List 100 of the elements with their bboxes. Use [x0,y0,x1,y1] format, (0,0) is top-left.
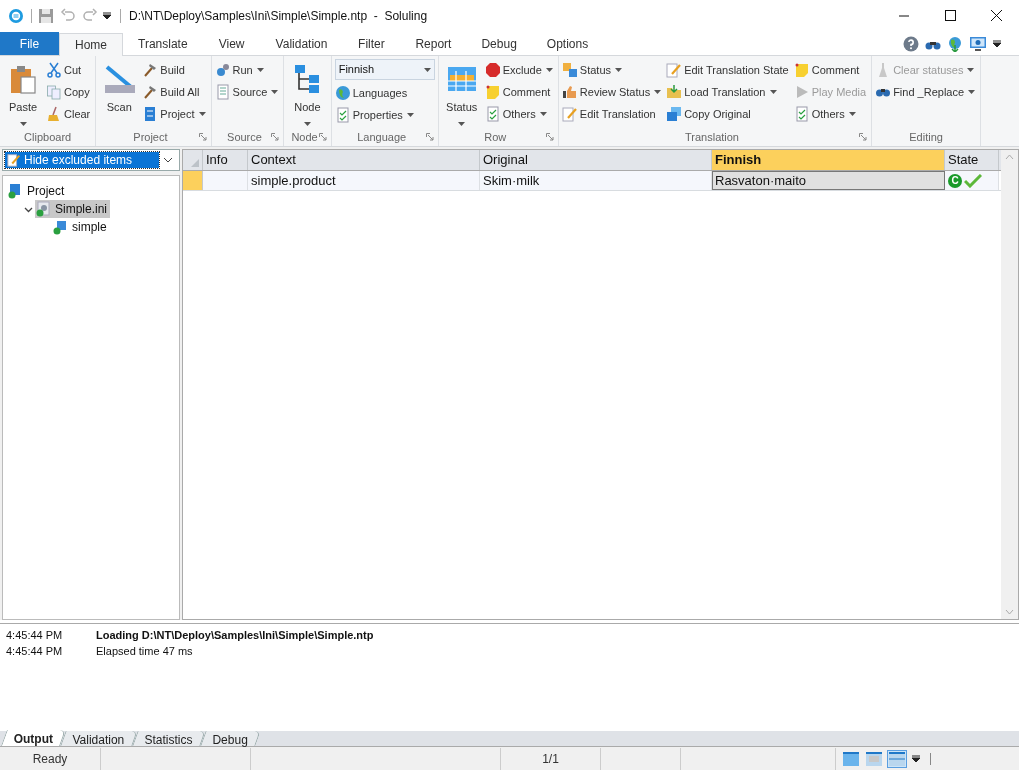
help-icon[interactable] [903,36,919,52]
group-label: Language [357,129,407,145]
panel-tab[interactable]: Statistics [132,731,206,746]
tree-item[interactable]: simple [52,218,110,236]
view-mode-button[interactable] [887,749,907,768]
ribbon-button[interactable]: Edit Translation State [666,59,791,81]
globe-icon[interactable] [947,36,963,52]
ribbon-button[interactable]: Languages [334,82,435,104]
group-label: Translation [685,129,739,145]
group-label: Node [291,129,318,145]
sticky-note-icon [484,84,501,100]
undo-icon[interactable] [60,8,76,24]
pencil-icon [561,106,578,122]
ribbon-button[interactable]: Others [484,103,555,125]
log-time: 4:45:44 PM [6,643,64,659]
customize-menu-icon[interactable] [912,754,920,763]
ribbon-button[interactable]: Project [142,103,208,125]
scrollbar[interactable] [1001,150,1018,619]
monitor-icon[interactable] [969,36,987,52]
copy-icon [666,106,683,122]
language-dropdown[interactable]: Finnish [334,59,435,80]
broom-icon [46,106,62,122]
tree-item[interactable]: Project [7,182,68,200]
dialog-launcher-icon[interactable] [545,133,554,141]
ribbon-button[interactable]: Copy [46,81,93,103]
stop-sign-icon [484,62,501,78]
ribbon-tab[interactable]: View [202,32,261,55]
column-header[interactable]: Finnish [712,150,945,170]
customize-menu-icon[interactable] [993,40,1001,48]
sticky-note-icon [793,62,810,78]
ribbon-tab[interactable]: Translate [123,32,203,55]
ribbon-button[interactable]: Node [287,59,328,131]
ribbon-button[interactable]: Load Translation [666,81,791,103]
save-icon[interactable] [38,8,54,24]
column-header[interactable]: Info [203,150,248,170]
table-cell: Skim·milk [480,171,712,190]
app-logo-icon[interactable] [8,8,24,24]
log-time: 4:45:44 PM [6,627,64,643]
documents-icon [46,84,62,100]
ribbon-tab[interactable]: Debug [466,32,532,55]
log-message: Loading D:\NT\Deploy\Samples\Ini\Simple\Simple.ntp [96,627,374,643]
cabinet-icon [7,183,23,199]
dialog-launcher-icon[interactable] [318,133,327,141]
checklist-icon [484,106,501,122]
gears-icon [214,62,231,78]
ribbon-button[interactable]: Source [214,81,281,103]
group-label: Row [484,129,507,145]
view-mode-button[interactable] [864,749,884,768]
column-header[interactable]: State [945,150,999,170]
file-tab[interactable]: File [0,32,59,55]
hammer-icon [142,84,159,100]
ribbon-button[interactable]: Run [214,59,281,81]
thumbs-up-icon [561,84,578,100]
pencil-icon [7,153,21,167]
ribbon-tab[interactable]: Filter [342,32,401,55]
state-badge: C [948,173,962,188]
ribbon-button[interactable]: Comment [793,59,869,81]
table-cell: simple.product [248,171,480,190]
view-mode-button[interactable] [841,749,861,768]
dialog-launcher-icon[interactable] [425,133,434,141]
ribbon-button[interactable]: Comment [484,81,555,103]
status-text: Ready [0,747,101,770]
ribbon-button[interactable]: Status [441,59,482,131]
gear-file-icon [35,201,51,217]
ribbon-button[interactable]: Exclude [484,59,555,81]
ribbon-button[interactable]: Find _Replace [875,81,978,103]
ribbon-button[interactable]: Review Status [561,81,664,103]
ribbon-button[interactable]: Build [142,59,208,81]
ribbon-button[interactable]: Clear [46,103,93,125]
globe-icon [334,85,351,101]
ribbon-button[interactable]: Status [561,59,664,81]
scroll-up-icon[interactable] [1005,154,1014,160]
filter-dropdown[interactable]: Hide excluded items [2,149,180,171]
ribbon-tab[interactable]: Report [400,32,467,55]
customize-menu-icon[interactable] [103,12,111,20]
caret-icon [423,67,431,72]
tree-item[interactable]: Simple.ini [35,200,111,218]
scroll-down-icon[interactable] [1005,609,1014,615]
ribbon-button[interactable]: Paste [3,59,43,131]
ribbon-button[interactable]: Build All [142,81,208,103]
group-label: Clipboard [24,129,72,145]
window-title: D:\NT\Deploy\Samples\Ini\Simple\Simple.ntp - Soluling [129,8,428,25]
ribbon-tab[interactable]: Validation [260,32,343,55]
ribbon-tab[interactable]: Options [531,32,604,55]
dialog-launcher-icon[interactable] [271,133,280,141]
column-header[interactable]: Context [248,150,480,170]
ribbon-button[interactable]: Cut [46,59,93,81]
ribbon-button[interactable]: Properties [334,104,435,126]
pencil-icon [666,62,683,78]
table-cell[interactable]: Rasvaton·maito [712,171,945,190]
ribbon-tab[interactable]: Home [59,33,123,56]
dialog-launcher-icon[interactable] [859,133,868,141]
ribbon-button[interactable]: Edit Translation [561,103,664,125]
ribbon-button[interactable]: Others [793,103,869,125]
dialog-launcher-icon[interactable] [198,133,207,141]
scanner-icon [103,63,136,95]
ribbon-button[interactable]: Scan [99,59,140,131]
filter-value: Hide excluded items [24,152,133,169]
redo-icon[interactable] [82,8,98,24]
ribbon-button[interactable]: Copy Original [666,103,791,125]
